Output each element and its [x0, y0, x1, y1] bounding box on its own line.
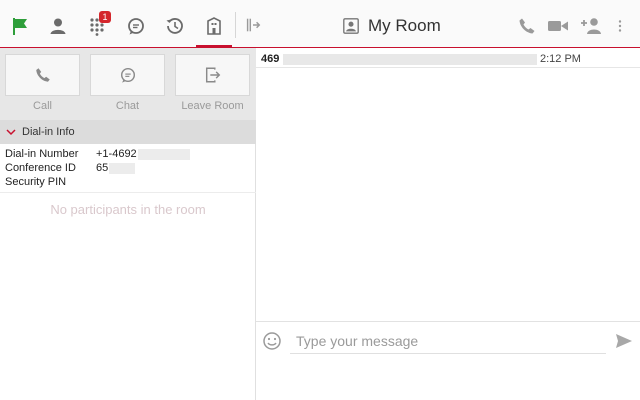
dial-in-number-label: Dial-in Number: [5, 148, 79, 160]
add-participant-button[interactable]: [578, 14, 604, 38]
send-icon[interactable]: [614, 331, 634, 351]
security-pin-row: Security PIN: [5, 175, 190, 189]
call-action-tile[interactable]: [5, 54, 80, 96]
top-toolbar: 1 My Room: [0, 0, 640, 48]
app-window: 1 My Room Call Chat Leave Room Dial-in I…: [0, 0, 640, 400]
conference-id-value: 65: [96, 162, 109, 174]
room-avatar-icon: [343, 18, 359, 34]
chat-action-label: Chat: [115, 100, 140, 112]
leave-room-label: Leave Room: [181, 100, 244, 112]
phone-icon: [519, 18, 535, 34]
chat-message: 469 2:12 PM: [256, 52, 640, 68]
flag-icon: [13, 18, 27, 35]
history-tab[interactable]: [157, 8, 193, 44]
chat-bubble-icon: [120, 67, 135, 83]
status-flag-button[interactable]: [2, 8, 38, 44]
chat-area: 469 2:12 PM: [256, 48, 640, 400]
dialpad-tab[interactable]: 1: [79, 8, 115, 44]
add-person-icon: [581, 18, 601, 34]
person-icon: [50, 18, 66, 34]
messages-tab[interactable]: [118, 8, 154, 44]
conference-id-label: Conference ID: [5, 162, 76, 174]
contacts-tab[interactable]: [40, 8, 76, 44]
chat-action-button[interactable]: Chat: [90, 54, 165, 116]
meeting-room-tab[interactable]: [196, 7, 232, 47]
participants-empty-state: No participants in the room: [50, 202, 206, 217]
call-action-label: Call: [33, 100, 52, 112]
dial-in-info: Dial-in Number +1-4692 Conference ID 65 …: [5, 147, 190, 189]
phone-icon: [35, 68, 50, 82]
chevron-down-icon: [6, 129, 16, 136]
call-action-button[interactable]: Call: [5, 54, 80, 116]
conference-id-row: Conference ID 65: [5, 161, 190, 175]
more-vertical-icon: [618, 20, 622, 32]
more-options-button[interactable]: [612, 14, 628, 38]
collapse-panel-button[interactable]: [242, 14, 264, 36]
section-divider: [0, 192, 256, 193]
leave-room-tile[interactable]: [175, 54, 250, 96]
redacted-block: [109, 162, 136, 174]
collapse-panel-icon: [246, 18, 261, 32]
toolbar-divider: [235, 12, 236, 38]
message-input[interactable]: [290, 328, 606, 354]
redacted-block: [137, 148, 190, 160]
header-video-button[interactable]: [545, 14, 571, 38]
dial-in-section-title: Dial-in Info: [22, 126, 75, 138]
dial-in-section-header[interactable]: Dial-in Info: [0, 120, 256, 144]
chat-action-tile[interactable]: [90, 54, 165, 96]
video-camera-icon: [548, 21, 568, 31]
room-info-panel: Call Chat Leave Room Dial-in Info Dial-i…: [0, 48, 256, 400]
message-composer: [256, 321, 640, 361]
exit-icon: [205, 67, 220, 83]
history-clock-icon: [166, 18, 183, 34]
leave-room-button[interactable]: Leave Room: [175, 54, 250, 116]
dial-in-number-value: +1-4692: [96, 148, 137, 160]
room-action-bar: Call Chat Leave Room: [0, 48, 256, 120]
emoji-icon[interactable]: [262, 331, 282, 351]
header-call-button[interactable]: [514, 14, 540, 38]
dial-in-number-row: Dial-in Number +1-4692: [5, 147, 190, 161]
redacted-block: [283, 54, 537, 65]
page-title: My Room: [368, 16, 441, 35]
message-timestamp: 2:12 PM: [540, 53, 581, 65]
message-sender: 469: [261, 53, 280, 65]
chat-bubble-icon: [128, 18, 144, 35]
notification-badge: 1: [99, 11, 111, 23]
security-pin-label: Security PIN: [5, 176, 67, 188]
room-building-icon: [207, 17, 221, 35]
